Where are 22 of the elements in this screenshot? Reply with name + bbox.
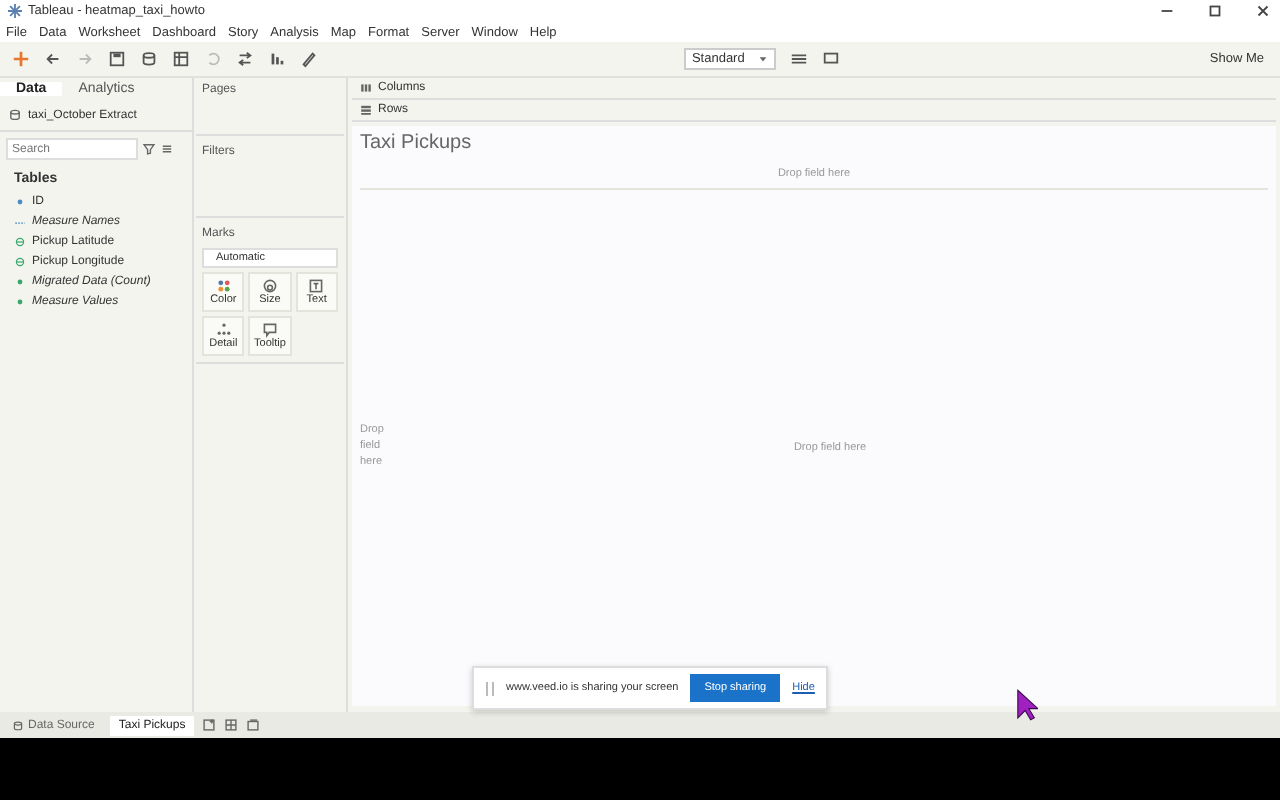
filter-icon[interactable] bbox=[142, 142, 156, 156]
rows-icon bbox=[361, 105, 371, 115]
dimension-icon bbox=[14, 196, 26, 208]
swap-icon[interactable] bbox=[236, 50, 254, 68]
text-box-icon bbox=[310, 279, 324, 293]
columns-icon bbox=[361, 84, 371, 92]
detail-dots-icon bbox=[216, 323, 230, 335]
list-view-icon[interactable] bbox=[160, 142, 174, 156]
database-icon bbox=[12, 719, 24, 731]
app-icon bbox=[8, 4, 22, 18]
color-dots-icon bbox=[217, 280, 229, 292]
save-icon[interactable] bbox=[108, 50, 126, 68]
cursor-icon bbox=[1016, 688, 1038, 722]
close-icon[interactable] bbox=[1254, 2, 1272, 20]
sheet-title: Taxi Pickups bbox=[358, 130, 474, 158]
caret-icon bbox=[757, 54, 768, 64]
speech-bubble-icon bbox=[263, 323, 277, 338]
database-icon bbox=[8, 108, 22, 122]
drag-handle-icon[interactable] bbox=[486, 681, 494, 695]
restore-icon[interactable] bbox=[1206, 2, 1224, 20]
back-icon[interactable] bbox=[44, 50, 62, 68]
size-circles-icon bbox=[263, 279, 277, 293]
